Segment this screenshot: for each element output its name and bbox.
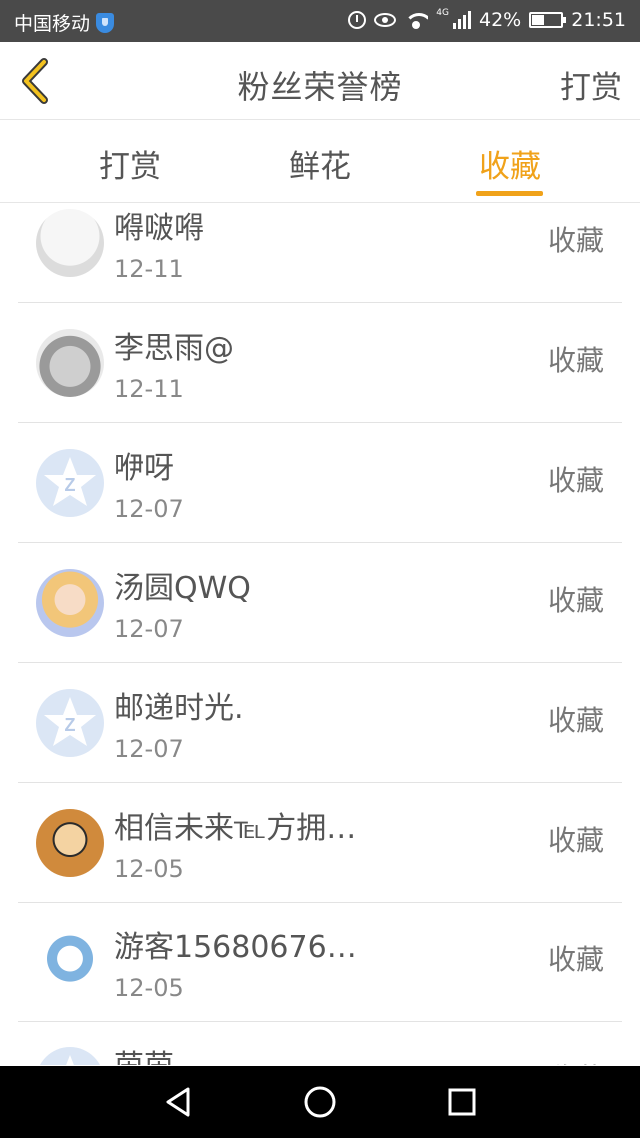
nav-recent-apps-button[interactable] bbox=[444, 1084, 480, 1120]
alarm-icon bbox=[348, 11, 367, 29]
item-date: 12-11 bbox=[114, 375, 184, 403]
list-item[interactable]: 相信未来℡方拥… 12-05 收藏 bbox=[18, 783, 622, 903]
svg-text:Z: Z bbox=[65, 475, 76, 495]
triangle-back-icon bbox=[166, 1087, 190, 1117]
item-date: 12-07 bbox=[114, 735, 184, 763]
page-title: 粉丝荣誉榜 bbox=[237, 68, 403, 106]
battery-icon bbox=[529, 12, 567, 28]
item-date: 12-05 bbox=[114, 855, 184, 883]
favorite-label: 收藏 bbox=[547, 824, 604, 857]
item-date: 12-05 bbox=[114, 974, 184, 1002]
system-navigation-bar bbox=[0, 1066, 640, 1138]
list-item[interactable]: Z 咿呀 12-07 收藏 bbox=[18, 423, 622, 543]
favorite-label: 收藏 bbox=[547, 584, 604, 617]
user-avatar[interactable] bbox=[36, 928, 104, 996]
fan-list[interactable]: 嘚啵嘚 12-11 收藏 李思雨@ 12-11 收藏 Z 咿呀 12-07 收藏… bbox=[0, 203, 640, 1065]
user-name: 李思雨@ bbox=[114, 331, 234, 366]
favorite-label: 收藏 bbox=[547, 224, 604, 257]
user-avatar[interactable]: Z bbox=[36, 689, 104, 757]
item-date: 12-07 bbox=[114, 615, 184, 643]
item-date: 12-11 bbox=[114, 255, 184, 283]
user-avatar[interactable] bbox=[36, 329, 104, 397]
active-tab-indicator bbox=[476, 191, 543, 196]
security-shield-icon bbox=[96, 12, 115, 33]
favorite-label: 收藏 bbox=[547, 464, 604, 497]
user-avatar[interactable] bbox=[36, 809, 104, 877]
user-name: 汤圆QWQ bbox=[114, 571, 251, 606]
wifi-icon bbox=[404, 11, 429, 29]
list-item[interactable]: 嘚啵嘚 12-11 收藏 bbox=[18, 203, 622, 303]
favorite-label: 收藏 bbox=[547, 704, 604, 737]
item-date: 12-07 bbox=[114, 495, 184, 523]
user-name: 游客15680676… bbox=[114, 930, 357, 965]
list-item[interactable]: Z 邮递时光. 12-07 收藏 bbox=[18, 663, 622, 783]
reward-button[interactable]: 打赏 bbox=[560, 62, 622, 107]
user-avatar[interactable]: Z bbox=[36, 449, 104, 517]
list-item[interactable]: 汤圆QWQ 12-07 收藏 bbox=[18, 543, 622, 663]
eye-comfort-icon bbox=[374, 13, 397, 27]
list-item[interactable]: 李思雨@ 12-11 收藏 bbox=[18, 303, 622, 423]
network-type-label: 4G bbox=[436, 8, 449, 18]
favorite-label: 收藏 bbox=[547, 344, 604, 377]
clock: 21:51 bbox=[571, 9, 626, 31]
user-avatar[interactable] bbox=[36, 1047, 104, 1065]
status-bar: 中国移动 4G 42% 21:51 bbox=[0, 0, 640, 42]
default-star-avatar-icon: Z bbox=[44, 457, 96, 506]
default-star-avatar-icon bbox=[66, 1055, 74, 1065]
nav-back-button[interactable] bbox=[160, 1084, 196, 1120]
list-item[interactable]: 茵茵 收藏 bbox=[18, 1021, 622, 1065]
user-name: 咿呀 bbox=[114, 451, 174, 486]
user-name: 茵茵 bbox=[114, 1041, 174, 1065]
circle-home-icon bbox=[304, 1086, 336, 1118]
user-name: 嘚啵嘚 bbox=[114, 211, 204, 246]
battery-percent: 42% bbox=[479, 9, 522, 31]
tab-flowers[interactable]: 鲜花 bbox=[250, 141, 390, 186]
list-item[interactable]: 游客15680676… 12-05 收藏 bbox=[18, 902, 622, 1022]
user-avatar[interactable] bbox=[36, 569, 104, 637]
user-name: 邮递时光. bbox=[114, 691, 244, 726]
default-star-avatar-icon: Z bbox=[44, 697, 96, 746]
svg-text:Z: Z bbox=[65, 715, 76, 735]
square-recents-icon bbox=[448, 1088, 476, 1116]
signal-strength-icon bbox=[453, 11, 471, 29]
favorite-label: 收藏 bbox=[547, 943, 604, 976]
user-avatar[interactable] bbox=[36, 209, 104, 277]
carrier-label: 中国移动 bbox=[14, 13, 91, 35]
nav-home-button[interactable] bbox=[302, 1084, 338, 1120]
tab-favorites[interactable]: 收藏 bbox=[440, 141, 580, 186]
favorite-label: 收藏 bbox=[548, 1057, 604, 1065]
app-header: 粉丝荣誉榜 打赏 bbox=[0, 42, 640, 120]
tab-bar: 打赏 鲜花 收藏 bbox=[0, 121, 640, 203]
tab-reward[interactable]: 打赏 bbox=[60, 141, 200, 186]
user-name: 相信未来℡方拥… bbox=[114, 811, 357, 846]
